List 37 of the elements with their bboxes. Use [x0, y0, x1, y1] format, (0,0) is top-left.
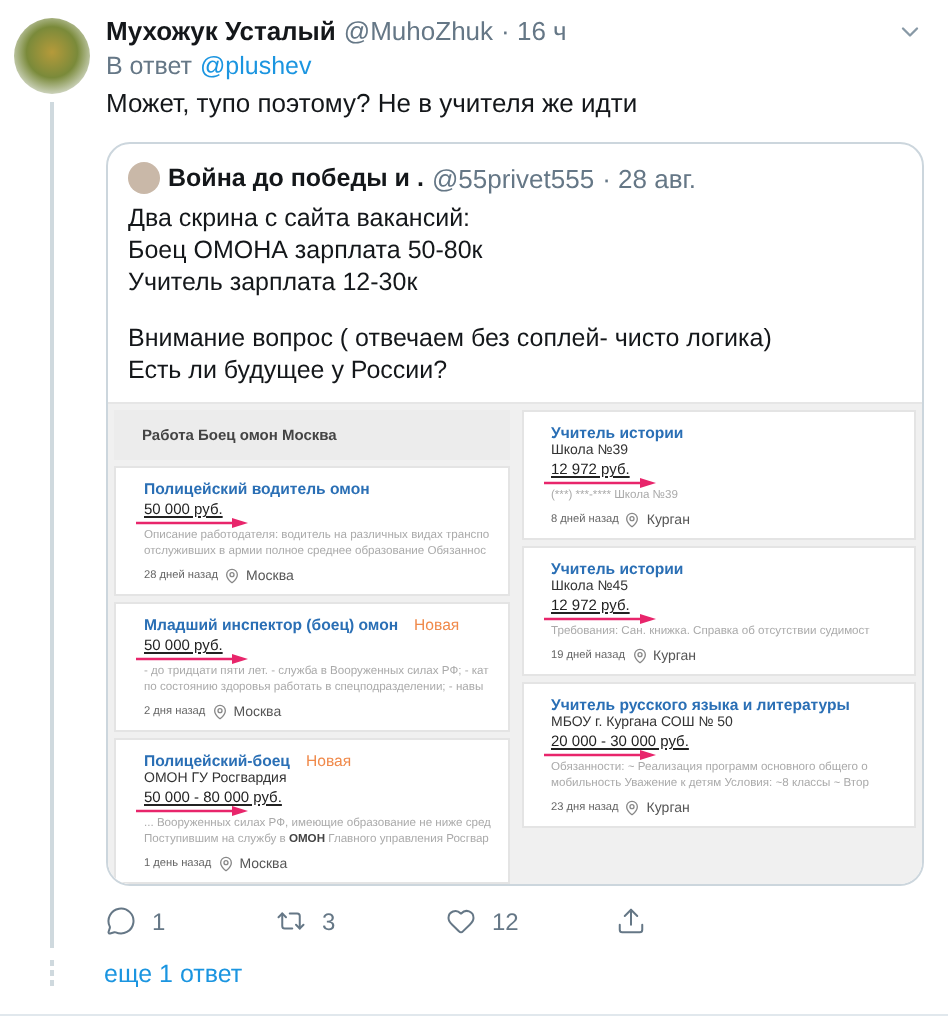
more-replies-link[interactable]: еще 1 ответ — [104, 960, 243, 988]
avatar[interactable] — [14, 18, 90, 94]
arrow-drawing — [543, 614, 655, 624]
heart-icon[interactable] — [446, 906, 476, 936]
quoted-avatar — [128, 162, 160, 194]
location-pin-icon — [624, 512, 641, 528]
arrow-drawing — [136, 806, 248, 816]
reply-icon[interactable] — [106, 906, 136, 936]
author-handle: @MuhoZhuk — [343, 16, 494, 46]
quoted-text-line: Учитель зарплата 12-30к — [128, 266, 420, 298]
mention-link[interactable]: @plushev — [199, 52, 312, 80]
tweet-text: Может, тупо поэтому? Не в учителя же идти — [106, 88, 640, 118]
quoted-time: · 28 авг. — [602, 163, 696, 193]
quoted-text-line: Боец ОМОНА зарплата 50-80к — [128, 234, 485, 266]
quoted-author-name: Война до победы и . — [168, 164, 424, 192]
quoted-tweet-card[interactable] — [106, 142, 924, 886]
location-pin-icon — [624, 800, 641, 816]
arrow-drawing — [136, 654, 248, 664]
action-count: 1 — [152, 907, 166, 935]
quoted-text-line: Есть ли будущее у России? — [128, 354, 450, 386]
location-pin-icon — [217, 856, 234, 872]
author-name[interactable]: Мухожук Усталый — [106, 16, 336, 46]
location-pin-icon — [631, 648, 647, 664]
retweet-icon[interactable] — [276, 906, 306, 936]
arrow-drawing — [543, 750, 655, 760]
location-pin-icon — [224, 568, 240, 584]
tweet-time: · 16 ч — [501, 16, 567, 46]
reply-label: В ответ — [106, 52, 192, 80]
action-count: 3 — [322, 907, 336, 935]
quoted-handle: @55privet555 — [431, 163, 595, 193]
action-count: 12 — [492, 907, 519, 935]
share-icon[interactable] — [616, 906, 646, 936]
quoted-text-line: Два скрина с сайта вакансий: — [128, 202, 473, 234]
arrow-drawing — [543, 478, 655, 488]
quoted-text-line: Внимание вопрос ( отвечаем без соплей- чисто логика) — [128, 322, 774, 354]
arrow-drawing — [136, 518, 248, 528]
location-pin-icon — [211, 704, 228, 720]
